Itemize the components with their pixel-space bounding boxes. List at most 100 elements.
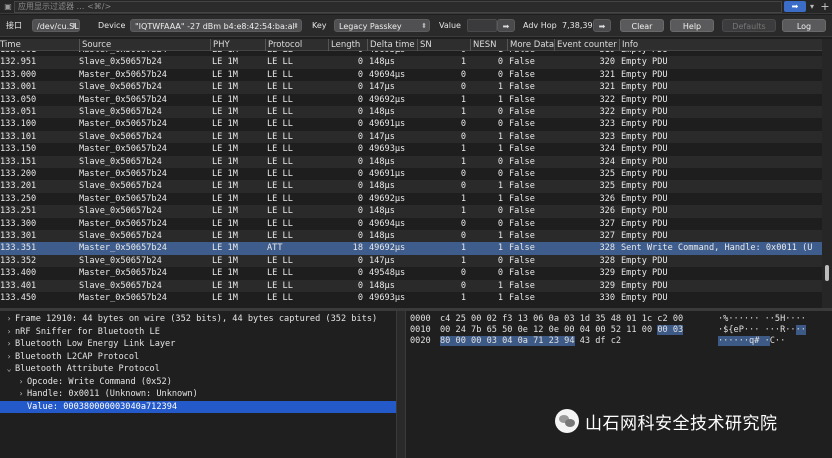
cell-nesn: 1	[497, 280, 503, 291]
packet-row[interactable]: 133.400 Master_0x50657b24 LE 1M LE LL 0 49548…	[0, 267, 822, 279]
cell-phy: LE 1M	[212, 231, 238, 241]
column-header-info[interactable]: Info	[619, 39, 822, 51]
detail-tree-item[interactable]: › Opcode: Write Command (0x52)	[0, 376, 396, 389]
filter-history-dropdown[interactable]: ▾	[806, 1, 818, 12]
packet-row[interactable]: 133.201 Slave_0x50657b24 LE 1M LE LL 0 148µs 0…	[0, 180, 822, 193]
packet-row[interactable]: 133.100 Master_0x50657b24 LE 1M LE LL 0 49691…	[0, 118, 822, 130]
packet-row[interactable]: 133.001 Slave_0x50657b24 LE 1M LE LL 0 147µs 0…	[0, 81, 822, 94]
cell-more-data: False	[509, 193, 535, 204]
packet-row[interactable]: 133.050 Master_0x50657b24 LE 1M LE LL 0 49692…	[0, 94, 822, 106]
chevron-right-icon[interactable]: ›	[4, 338, 14, 351]
cell-event-counter: 323	[599, 131, 615, 142]
packet-list-scrollbar[interactable]	[822, 39, 832, 308]
cell-source: Master_0x50657b24	[79, 218, 167, 229]
value-input[interactable]	[467, 19, 497, 32]
cell-delta-time: 148µs	[369, 57, 395, 68]
detail-tree-label: Handle: 0x0011 (Unknown: Unknown)	[27, 389, 198, 399]
apply-filter-button[interactable]: ➡	[784, 1, 806, 12]
column-header-sn[interactable]: SN	[417, 39, 469, 51]
column-header-nesn[interactable]: NESN	[470, 39, 505, 51]
detail-tree-item[interactable]: › Frame 12910: 44 bytes on wire (352 bits…	[0, 313, 396, 326]
column-header-phy[interactable]: PHY	[210, 39, 262, 51]
help-button[interactable]: Help	[670, 19, 714, 32]
packet-row[interactable]: 133.051 Slave_0x50657b24 LE 1M LE LL 0 148µs 1…	[0, 106, 822, 119]
cell-nesn: 1	[497, 181, 503, 192]
log-button[interactable]: Log	[782, 19, 826, 32]
device-select[interactable]: "IQTWFAAA" -27 dBm b4:e8:42:54:ba:al ⬍	[130, 19, 302, 32]
packet-row[interactable]: 133.000 Master_0x50657b24 LE 1M LE LL 0 49694…	[0, 69, 822, 81]
value-apply-button[interactable]: ➡	[497, 19, 515, 32]
detail-tree-item[interactable]: › Bluetooth Low Energy Link Layer	[0, 338, 396, 351]
chevron-right-icon[interactable]: ›	[16, 388, 26, 401]
packet-row[interactable]: 133.151 Slave_0x50657b24 LE 1M LE LL 0 148µs 1…	[0, 155, 822, 168]
cell-time: 133.150	[0, 144, 37, 155]
detail-tree-item[interactable]: › Handle: 0x0011 (Unknown: Unknown)	[0, 388, 396, 401]
cell-protocol: LE LL	[267, 280, 293, 291]
packet-row[interactable]: 133.251 Slave_0x50657b24 LE 1M LE LL 0 148µs 1…	[0, 205, 822, 218]
packet-row[interactable]: 133.300 Master_0x50657b24 LE 1M LE LL 0 49694…	[0, 218, 822, 230]
column-header-delta-time[interactable]: Delta time	[367, 39, 415, 51]
cell-sn: 1	[460, 193, 466, 204]
cell-length: 0	[357, 82, 363, 93]
chevron-right-icon[interactable]: ›	[16, 376, 26, 389]
chevron-right-icon[interactable]: ›	[4, 351, 14, 364]
cell-time: 133.351	[0, 243, 37, 254]
column-header-protocol[interactable]: Protocol	[265, 39, 325, 51]
detail-tree-label: Bluetooth Attribute Protocol	[15, 364, 160, 374]
detail-tree-item[interactable]: Value: 000380000003040a712394	[0, 400, 396, 413]
cell-phy: LE 1M	[212, 107, 238, 117]
packet-row[interactable]: 133.150 Master_0x50657b24 LE 1M LE LL 0 49693…	[0, 143, 822, 155]
hex-bytes[interactable]: 00 24 7b 65 50 0e 12 0e 00 04 00 52 11 0…	[440, 325, 709, 336]
packet-row[interactable]: 132.951 Slave_0x50657b24 LE 1M LE LL 0 148µs 1…	[0, 56, 822, 69]
cell-more-data: False	[509, 181, 535, 192]
column-header-source[interactable]: Source	[79, 39, 207, 51]
chevron-down-icon[interactable]: ⌄	[4, 363, 14, 376]
column-header-more-data[interactable]: More Data	[507, 39, 554, 51]
hex-bytes[interactable]: c4 25 00 02 f3 13 06 0a 03 1d 35 48 01 1…	[440, 314, 709, 325]
display-filter-input[interactable]: 应用显示过滤器 … <⌘/>	[14, 0, 782, 13]
column-header-length[interactable]: Length	[328, 39, 364, 51]
packet-row[interactable]: 133.352 Slave_0x50657b24 LE 1M LE LL 0 147µs 1…	[0, 254, 822, 268]
packet-row[interactable]: 133.250 Master_0x50657b24 LE 1M LE LL 0 49692…	[0, 193, 822, 205]
detail-tree-item[interactable]: › nRF Sniffer for Bluetooth LE	[0, 326, 396, 339]
cell-info: Empty PDU	[621, 169, 668, 179]
cell-protocol: ATT	[267, 243, 283, 254]
cell-sn: 0	[460, 218, 466, 229]
ascii-bytes-highlighted: ··	[795, 325, 806, 335]
packet-details-pane[interactable]: › Frame 12910: 44 bytes on wire (352 bits…	[0, 311, 396, 458]
add-filter-button[interactable]: +	[818, 1, 832, 12]
adv-hop-input[interactable]: 7,38,39	[562, 19, 593, 32]
ascii-bytes[interactable]: ·${eP··· ···R····	[718, 325, 806, 336]
chevron-right-icon[interactable]: ›	[4, 313, 14, 326]
adv-hop-apply-button[interactable]: ➡	[593, 19, 611, 32]
vertical-splitter[interactable]	[396, 311, 406, 458]
key-select[interactable]: Legacy Passkey ⬍	[334, 19, 430, 32]
packet-row[interactable]: 133.301 Slave_0x50657b24 LE 1M LE LL 0 148µs 0…	[0, 230, 822, 243]
scrollbar-thumb[interactable]	[825, 265, 829, 281]
packet-list[interactable]: 132.901Master_0x50657b24LE 1MLE LL049693…	[0, 51, 822, 308]
cell-info: Empty PDU	[621, 107, 668, 117]
cell-length: 18	[352, 243, 363, 254]
cell-event-counter: 325	[599, 169, 615, 179]
cell-source: Master_0x50657b24	[79, 268, 167, 279]
packet-row-selected[interactable]: 133.351 Master_0x50657b24 LE 1M ATT 18 49692µ…	[0, 242, 822, 255]
hex-bytes[interactable]: 80 00 00 03 04 0a 71 23 94 43 df c2	[440, 336, 709, 347]
packet-row[interactable]: 133.401 Slave_0x50657b24 LE 1M LE LL 0 148µs 0…	[0, 279, 822, 292]
bookmark-icon[interactable]: ▣	[2, 1, 14, 13]
column-header-event-counter[interactable]: Event counter	[554, 39, 617, 51]
hex-offset: 0020	[410, 336, 431, 346]
packet-row[interactable]: 133.200 Master_0x50657b24 LE 1M LE LL 0 49691…	[0, 168, 822, 180]
packet-row[interactable]: 133.101 Slave_0x50657b24 LE 1M LE LL 0 147µs 0…	[0, 130, 822, 144]
ascii-bytes[interactable]: ·%······ ··5H····	[718, 314, 806, 325]
packet-row[interactable]: 133.450 Master_0x50657b24 LE 1M LE LL 0 49693…	[0, 292, 822, 304]
column-header-time[interactable]: Time	[0, 39, 76, 51]
defaults-button[interactable]: Defaults	[722, 19, 776, 32]
chevron-right-icon[interactable]: ›	[4, 326, 14, 339]
cell-delta-time: 147µs	[369, 255, 395, 266]
interface-select[interactable]: /dev/cu.SLA ⬍	[32, 19, 80, 32]
clear-button[interactable]: Clear	[620, 19, 664, 32]
hex-dump-row: 0020 80 00 00 03 04 0a 71 23 94 43 df c2 ·…	[406, 336, 832, 347]
detail-tree-item[interactable]: ⌄ Bluetooth Attribute Protocol	[0, 363, 396, 376]
detail-tree-item[interactable]: › Bluetooth L2CAP Protocol	[0, 351, 396, 364]
ascii-bytes[interactable]: ······q# ·C··	[718, 336, 785, 347]
